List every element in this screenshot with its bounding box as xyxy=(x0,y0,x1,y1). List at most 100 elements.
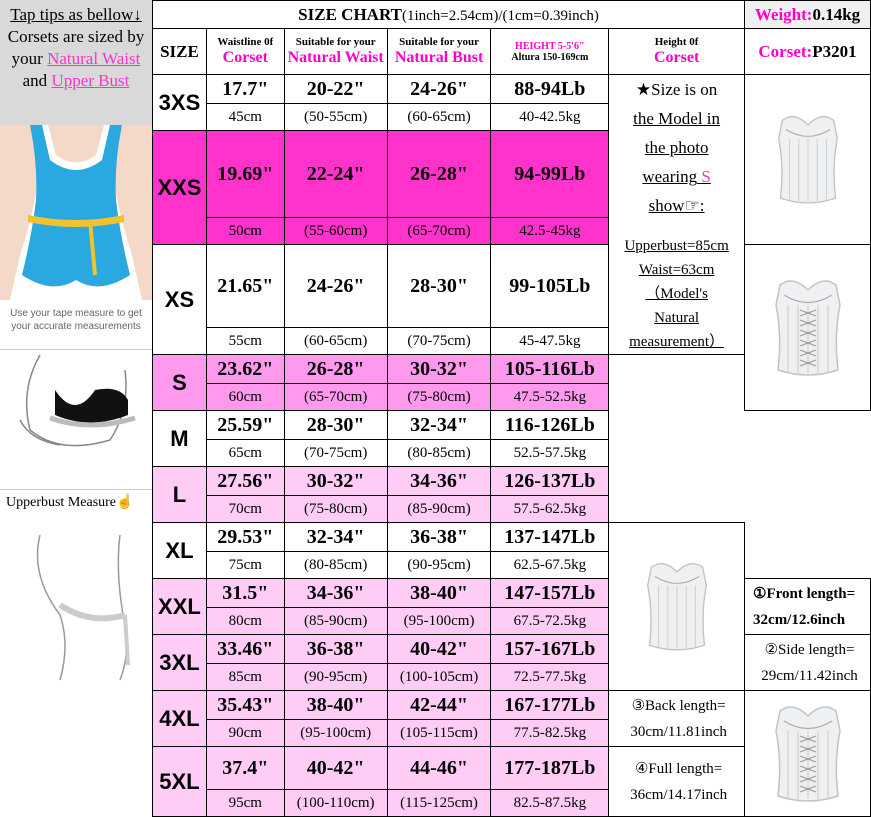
waist-cm-cell: 80cm xyxy=(205,607,285,635)
natural-waist-inch-cell: 40-42" xyxy=(283,746,388,790)
tips-line: and Upper Bust xyxy=(22,71,130,90)
size-cell: XXS xyxy=(152,130,207,245)
tips-line: Corsets are sized by xyxy=(7,27,145,46)
natural-waist-inch-cell: 24-26" xyxy=(283,244,388,328)
weight-kg-cell: 57.5-62.5kg xyxy=(490,495,610,523)
upperbust-measure-label: Upperbust Measure☝ xyxy=(6,495,134,510)
natural-waist-cm-cell: (80-85cm) xyxy=(283,551,388,579)
natural-bust-cm-cell: (115-125cm) xyxy=(386,789,492,817)
product-photo-1 xyxy=(744,74,871,245)
size-cell: XXL xyxy=(152,578,207,635)
col-corset-height: Height 0f Corset xyxy=(608,28,746,75)
natural-waist-link[interactable]: Natural Waist xyxy=(47,49,140,68)
natural-waist-inch-cell: 32-34" xyxy=(283,522,388,552)
product-photo-4 xyxy=(744,690,871,817)
natural-waist-cm-cell: (65-70cm) xyxy=(283,383,388,411)
tips-heading: Tap tips as bellow↓ xyxy=(10,5,142,24)
col-height: HEIGHT 5-5'6" Altura 150-169cm xyxy=(490,28,610,75)
natural-waist-cm-cell: (75-80cm) xyxy=(283,495,388,523)
size-cell: 4XL xyxy=(152,690,207,747)
weight-kg-cell: 52.5-57.5kg xyxy=(490,439,610,467)
natural-bust-inch-cell: 28-30" xyxy=(386,244,492,328)
waist-measure-figure: Use your tape measure to get your accura… xyxy=(0,125,152,350)
tips-panel: Tap tips as bellow↓ Corsets are sized by… xyxy=(0,0,152,125)
size-cell: L xyxy=(152,466,207,523)
waist-inch-cell: 33.46" xyxy=(205,634,285,664)
natural-waist-inch-cell: 20-22" xyxy=(283,74,388,104)
weight-lb-cell: 88-94Lb xyxy=(490,74,610,104)
natural-bust-inch-cell: 24-26" xyxy=(386,74,492,104)
natural-bust-inch-cell: 36-38" xyxy=(386,522,492,552)
natural-waist-cm-cell: (55-60cm) xyxy=(283,217,388,245)
weight-kg-cell: 82.5-87.5kg xyxy=(490,789,610,817)
tape-icon xyxy=(58,602,126,622)
table-row: 4XL 35.43" 38-40" 42-44" 167-177Lb ③Back leng… xyxy=(152,690,871,817)
weight-lb-cell: 137-147Lb xyxy=(490,522,610,552)
weight-kg-cell: 77.5-82.5kg xyxy=(490,719,610,747)
waist-inch-cell: 21.65" xyxy=(205,244,285,328)
waist-inch-cell: 25.59" xyxy=(205,410,285,440)
waist-cm-cell: 65cm xyxy=(205,439,285,467)
natural-waist-inch-cell: 36-38" xyxy=(283,634,388,664)
waist-cm-cell: 70cm xyxy=(205,495,285,523)
weight-lb-cell: 94-99Lb xyxy=(490,130,610,218)
corset-code: Corset:P3201 xyxy=(744,28,871,75)
table-row: M 25.59" 28-30" 32-34" 116-126Lb xyxy=(152,410,871,467)
table-row-sub: 75cm (80-85cm) (90-95cm) 62.5-67.5kg xyxy=(153,551,871,579)
table-row: 3XL 33.46" 36-38" 40-42" 157-167Lb ②Side leng… xyxy=(152,634,871,691)
natural-bust-cm-cell: (100-105cm) xyxy=(386,663,492,691)
size-cell: 3XS xyxy=(152,74,207,131)
table-row: XL 29.53" 32-34" 36-38" 137-147Lb xyxy=(152,522,871,691)
natural-waist-inch-cell: 26-28" xyxy=(283,354,388,384)
tape-caption: Use your tape measure to get your accura… xyxy=(10,308,142,332)
tips-line: your Natural Waist xyxy=(11,49,141,68)
waist-cm-cell: 50cm xyxy=(205,217,285,245)
weight-lb-cell: 177-187Lb xyxy=(490,746,610,790)
waist-inch-cell: 19.69" xyxy=(205,130,285,218)
waist-cm-cell: 90cm xyxy=(205,719,285,747)
size-cell: S xyxy=(152,354,207,411)
natural-waist-cm-cell: (95-100cm) xyxy=(283,719,388,747)
table-row: L 27.56" 30-32" 34-36" 126-137Lb xyxy=(152,466,871,523)
natural-bust-cm-cell: (95-100cm) xyxy=(386,607,492,635)
weight-kg-cell: 62.5-67.5kg xyxy=(490,551,610,579)
waist-inch-cell: 29.53" xyxy=(205,522,285,552)
weight-lb-cell: 126-137Lb xyxy=(490,466,610,496)
col-size: SIZE xyxy=(152,28,207,75)
model-note-cell: ★Size is on the Model in the photo wearing … xyxy=(608,74,746,355)
size-cell: 3XL xyxy=(152,634,207,691)
natural-waist-inch-cell: 38-40" xyxy=(283,690,388,720)
header-row: SIZE Waistline 0f Corset Suitable for you… xyxy=(152,28,871,75)
weight-kg-cell: 40-42.5kg xyxy=(490,103,610,131)
waist-inch-cell: 35.43" xyxy=(205,690,285,720)
corset-product-image xyxy=(747,265,868,385)
swimsuit-figure-illustration xyxy=(0,125,152,300)
size-cell: XS xyxy=(152,244,207,355)
natural-bust-inch-cell: 44-46" xyxy=(386,746,492,790)
waist-cm-cell: 45cm xyxy=(205,103,285,131)
table-row: XS 21.65" 24-26" 28-30" 99-105Lb xyxy=(152,244,871,411)
natural-bust-cm-cell: (85-90cm) xyxy=(386,495,492,523)
size-cell: M xyxy=(152,410,207,467)
natural-waist-cm-cell: (100-110cm) xyxy=(283,789,388,817)
table-row-sub: 70cm (75-80cm) (85-90cm) 57.5-62.5kg xyxy=(153,495,871,523)
chart-title: SIZE CHART(1inch=2.54cm)/(1cm=0.39inch) xyxy=(151,0,746,29)
waist-cm-cell: 95cm xyxy=(205,789,285,817)
corset-product-image xyxy=(621,549,732,659)
product-photo-2 xyxy=(744,244,871,411)
weight-lb-cell: 99-105Lb xyxy=(490,244,610,328)
natural-waist-cm-cell: (85-90cm) xyxy=(283,607,388,635)
weight-kg-cell: 67.5-72.5kg xyxy=(490,607,610,635)
natural-waist-cm-cell: (70-75cm) xyxy=(283,439,388,467)
natural-bust-inch-cell: 38-40" xyxy=(386,578,492,608)
corset-product-image xyxy=(747,691,868,811)
table-row-sub: 65cm (70-75cm) (80-85cm) 52.5-57.5kg xyxy=(153,439,871,467)
weight-kg-cell: 45-47.5kg xyxy=(490,327,610,355)
upper-bust-link[interactable]: Upper Bust xyxy=(51,71,129,90)
weight-lb-cell: 116-126Lb xyxy=(490,410,610,440)
natural-bust-cm-cell: (75-80cm) xyxy=(386,383,492,411)
bust-measure-figure: Upperbust Measure☝ xyxy=(0,350,152,510)
waist-inch-cell: 23.62" xyxy=(205,354,285,384)
waist-cm-cell: 55cm xyxy=(205,327,285,355)
table-row: 3XS 17.7" 20-22" 24-26" 88-94Lb ★Size is on th… xyxy=(152,74,871,355)
